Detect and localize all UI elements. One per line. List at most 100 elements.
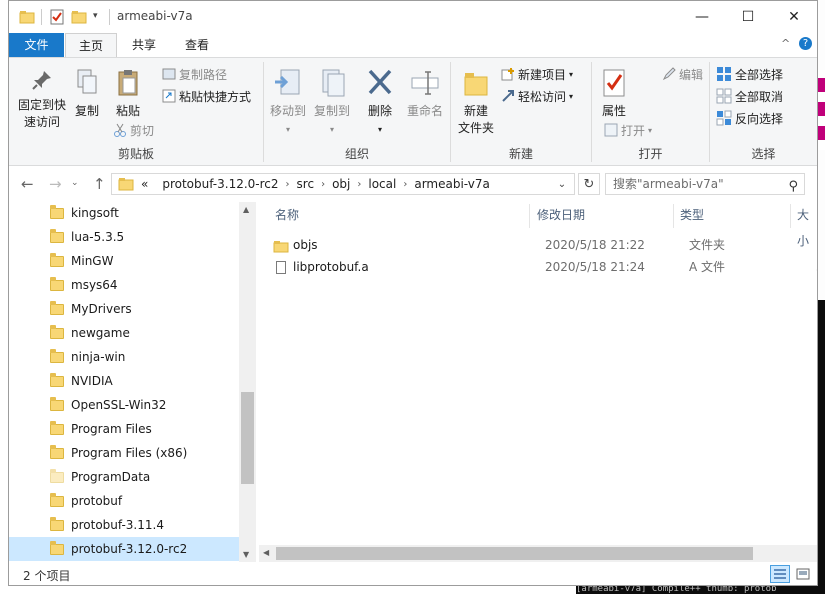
nav-item-selected[interactable]: protobuf-3.12.0-rc2 bbox=[9, 537, 239, 561]
invert-selection-button[interactable]: 反向选择 bbox=[716, 108, 783, 128]
copy-path-button[interactable]: 复制路径 bbox=[162, 64, 227, 84]
copy-to-label: 复制到 bbox=[313, 104, 350, 118]
select-all-icon bbox=[717, 67, 731, 81]
nav-scrollbar-thumb[interactable] bbox=[241, 392, 254, 484]
pin-quick-access-button[interactable]: 固定到快 速访问 bbox=[13, 68, 71, 131]
large-icons-view-button[interactable] bbox=[793, 565, 813, 583]
paste-button[interactable]: 粘贴 bbox=[111, 68, 145, 120]
nav-item-label: kingsoft bbox=[71, 206, 119, 220]
scroll-left-icon[interactable]: ◀ bbox=[263, 548, 269, 557]
properties-icon[interactable] bbox=[49, 9, 65, 25]
nav-item[interactable]: ninja-win bbox=[9, 345, 239, 369]
nav-item[interactable]: Program Files (x86) bbox=[9, 441, 239, 465]
new-folder-icon bbox=[464, 73, 488, 96]
details-view-button[interactable] bbox=[770, 565, 790, 583]
maximize-button[interactable]: ☐ bbox=[725, 1, 771, 33]
up-button[interactable]: ↑ bbox=[93, 175, 106, 193]
nav-item-label: msys64 bbox=[71, 278, 118, 292]
forward-button[interactable]: → bbox=[49, 175, 62, 193]
column-header-size[interactable]: 大小 bbox=[797, 202, 817, 248]
nav-item[interactable]: NVIDIA bbox=[9, 369, 239, 393]
group-label-clipboard: 剪贴板 bbox=[117, 147, 154, 161]
pin-label-line1: 固定到快 bbox=[17, 98, 66, 112]
easy-access-icon bbox=[502, 90, 514, 102]
background-editor-text bbox=[818, 70, 825, 150]
nav-item[interactable]: kingsoft bbox=[9, 202, 239, 225]
address-bar[interactable]: « protobuf-3.12.0-rc2 › src › obj › loca… bbox=[111, 173, 575, 195]
collapse-ribbon-icon[interactable]: ^ bbox=[781, 37, 790, 50]
tab-view[interactable]: 查看 bbox=[171, 33, 223, 57]
breadcrumb-item[interactable]: obj bbox=[325, 177, 357, 191]
group-organize: 移动到 ▾ 复制到 ▾ 删除 ▾ 重命名 组织 bbox=[264, 58, 450, 166]
new-folder-button[interactable]: 新建 文件夹 bbox=[453, 68, 499, 137]
nav-scrollbar[interactable]: ▲ ▼ bbox=[239, 202, 256, 562]
scroll-down-icon[interactable]: ▼ bbox=[243, 550, 249, 559]
select-all-button[interactable]: 全部选择 bbox=[716, 64, 783, 84]
address-dropdown-icon[interactable]: ⌄ bbox=[551, 173, 573, 195]
column-header-date[interactable]: 修改日期 bbox=[537, 202, 585, 228]
file-row[interactable]: objs 2020/5/18 21:22 文件夹 bbox=[271, 234, 817, 256]
breadcrumb-item[interactable]: src bbox=[290, 177, 322, 191]
help-icon[interactable]: ? bbox=[799, 37, 812, 50]
refresh-button[interactable]: ↻ bbox=[578, 173, 600, 195]
back-button[interactable]: ← bbox=[21, 175, 34, 193]
file-row[interactable]: libprotobuf.a 2020/5/18 21:24 A 文件 5 bbox=[271, 256, 817, 278]
nav-item[interactable]: lua-5.3.5 bbox=[9, 225, 239, 249]
easy-access-button[interactable]: 轻松访问 ▾ bbox=[501, 86, 573, 106]
folder-icon bbox=[50, 204, 64, 219]
nav-item[interactable]: OpenSSL-Win32 bbox=[9, 393, 239, 417]
copy-to-button[interactable]: 复制到 ▾ bbox=[312, 68, 352, 138]
new-item-button[interactable]: 新建项目 ▾ bbox=[501, 64, 573, 84]
folder-icon bbox=[50, 516, 64, 531]
column-header-name[interactable]: 名称 bbox=[275, 202, 299, 228]
recent-locations-icon[interactable]: ⌄ bbox=[71, 178, 79, 188]
edit-label: 编辑 bbox=[679, 67, 704, 82]
divider bbox=[790, 204, 791, 228]
folder-icon bbox=[50, 492, 64, 507]
copy-path-label: 复制路径 bbox=[179, 67, 228, 82]
open-button[interactable]: 打开 ▾ bbox=[604, 120, 652, 140]
breadcrumb-item[interactable]: armeabi-v7a bbox=[407, 177, 497, 191]
minimize-button[interactable]: — bbox=[679, 1, 725, 33]
file-size: 5 bbox=[816, 256, 817, 278]
new-folder-icon[interactable] bbox=[71, 9, 87, 25]
breadcrumb-overflow[interactable]: « bbox=[134, 177, 155, 191]
nav-item[interactable]: newgame bbox=[9, 321, 239, 345]
tab-home[interactable]: 主页 bbox=[65, 33, 117, 58]
move-to-button[interactable]: 移动到 ▾ bbox=[268, 68, 308, 138]
tab-file[interactable]: 文件 bbox=[9, 33, 64, 57]
content-horizontal-scrollbar[interactable]: ◀ bbox=[259, 545, 817, 562]
nav-item[interactable]: protobuf bbox=[9, 489, 239, 513]
group-open: 属性▾ 打开▾ 编辑 打开 bbox=[592, 58, 709, 166]
copy-button[interactable]: 复制 bbox=[71, 68, 103, 120]
nav-item[interactable]: ProgramData bbox=[9, 465, 239, 489]
scroll-up-icon[interactable]: ▲ bbox=[243, 205, 249, 214]
customize-quick-access-icon[interactable]: ▾ bbox=[93, 11, 98, 27]
cut-label: 剪切 bbox=[130, 123, 155, 138]
nav-item[interactable]: msys64 bbox=[9, 273, 239, 297]
folder-icon bbox=[50, 228, 64, 243]
breadcrumb-item[interactable]: protobuf-3.12.0-rc2 bbox=[155, 177, 285, 191]
cut-button[interactable]: 剪切 bbox=[113, 120, 154, 140]
delete-label: 删除 bbox=[367, 104, 392, 118]
nav-item[interactable]: MinGW bbox=[9, 249, 239, 273]
horizontal-scrollbar-thumb[interactable] bbox=[276, 547, 753, 560]
column-header-type[interactable]: 类型 bbox=[680, 202, 704, 228]
delete-button[interactable]: 删除 ▾ bbox=[364, 68, 396, 138]
rename-button[interactable]: 重命名 bbox=[404, 68, 446, 120]
edit-button[interactable]: 编辑 bbox=[662, 64, 703, 84]
paste-shortcut-label: 粘贴快捷方式 bbox=[179, 89, 252, 104]
select-none-icon bbox=[716, 88, 732, 104]
pin-label-line2: 速访问 bbox=[23, 115, 60, 129]
nav-item[interactable]: Program Files bbox=[9, 417, 239, 441]
paste-shortcut-button[interactable]: 粘贴快捷方式 bbox=[162, 86, 251, 106]
breadcrumb-item[interactable]: local bbox=[361, 177, 403, 191]
details-view-icon bbox=[774, 569, 786, 579]
search-input[interactable]: 搜索"armeabi-v7a" ⚲ bbox=[605, 173, 805, 195]
properties-icon bbox=[603, 69, 625, 97]
close-button[interactable]: ✕ bbox=[771, 1, 817, 33]
select-none-button[interactable]: 全部取消 bbox=[716, 86, 783, 106]
nav-item[interactable]: protobuf-3.11.4 bbox=[9, 513, 239, 537]
nav-item[interactable]: MyDrivers bbox=[9, 297, 239, 321]
tab-share[interactable]: 共享 bbox=[119, 33, 169, 57]
